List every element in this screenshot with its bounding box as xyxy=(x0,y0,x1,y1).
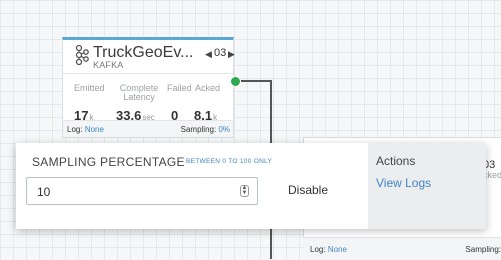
card-footer: Log: None Sampling: 0% xyxy=(63,120,233,137)
view-logs-link[interactable]: View Logs xyxy=(376,176,431,190)
popup-title: SAMPLING PERCENTAGE xyxy=(32,155,185,169)
chevron-right-icon[interactable]: ▶ xyxy=(228,49,235,60)
chevron-left-icon[interactable]: ◀ xyxy=(205,49,212,60)
metric-label-complete-latency: Complete Latency xyxy=(119,83,159,102)
sampling-label: Sampling: xyxy=(180,125,217,134)
component-type: KAFKA xyxy=(93,60,124,70)
log-label: Log: xyxy=(67,125,83,134)
card2-log-level: Log: None xyxy=(310,245,347,254)
kafka-icon xyxy=(75,44,89,66)
status-dot xyxy=(230,76,241,87)
instance-number: 03 xyxy=(214,47,227,59)
log-level: Log: None xyxy=(67,125,104,134)
disable-button[interactable]: Disable xyxy=(288,183,328,197)
card-header: TruckGeoEv... KAFKA ◀ 03 ▶ xyxy=(63,40,235,74)
metric-label-emitted: Emitted xyxy=(74,83,105,93)
card2-log-label: Log: xyxy=(310,245,326,254)
connector-line-horizontal xyxy=(236,80,271,82)
component-card-truckgeoevent[interactable]: TruckGeoEv... KAFKA ◀ 03 ▶ Emitted Compl… xyxy=(62,37,235,138)
sampling-value[interactable]: 0% xyxy=(218,125,230,134)
actions-title: Actions xyxy=(376,154,416,168)
spinner-arrows-icon[interactable]: ▲ ▼ xyxy=(240,185,249,197)
actions-panel: Actions View Logs xyxy=(368,143,486,229)
popup-hint: BETWEEN 0 TO 100 ONLY xyxy=(186,158,273,165)
card2-footer: Log: None Sampling: xyxy=(303,237,501,260)
sampling-percentage-input[interactable]: 10 ▲ ▼ xyxy=(26,177,258,205)
sampling-input-value[interactable]: 10 xyxy=(37,185,50,199)
metric-label-failed: Failed xyxy=(167,83,192,93)
card2-sampling-label: Sampling: xyxy=(465,245,501,254)
card2-log-value[interactable]: None xyxy=(328,245,347,254)
metric-label-acked: Acked xyxy=(195,83,221,93)
sampling-popup: SAMPLING PERCENTAGE BETWEEN 0 TO 100 ONL… xyxy=(16,143,486,229)
log-value[interactable]: None xyxy=(85,125,104,134)
sampling-status: Sampling: 0% xyxy=(181,125,230,134)
